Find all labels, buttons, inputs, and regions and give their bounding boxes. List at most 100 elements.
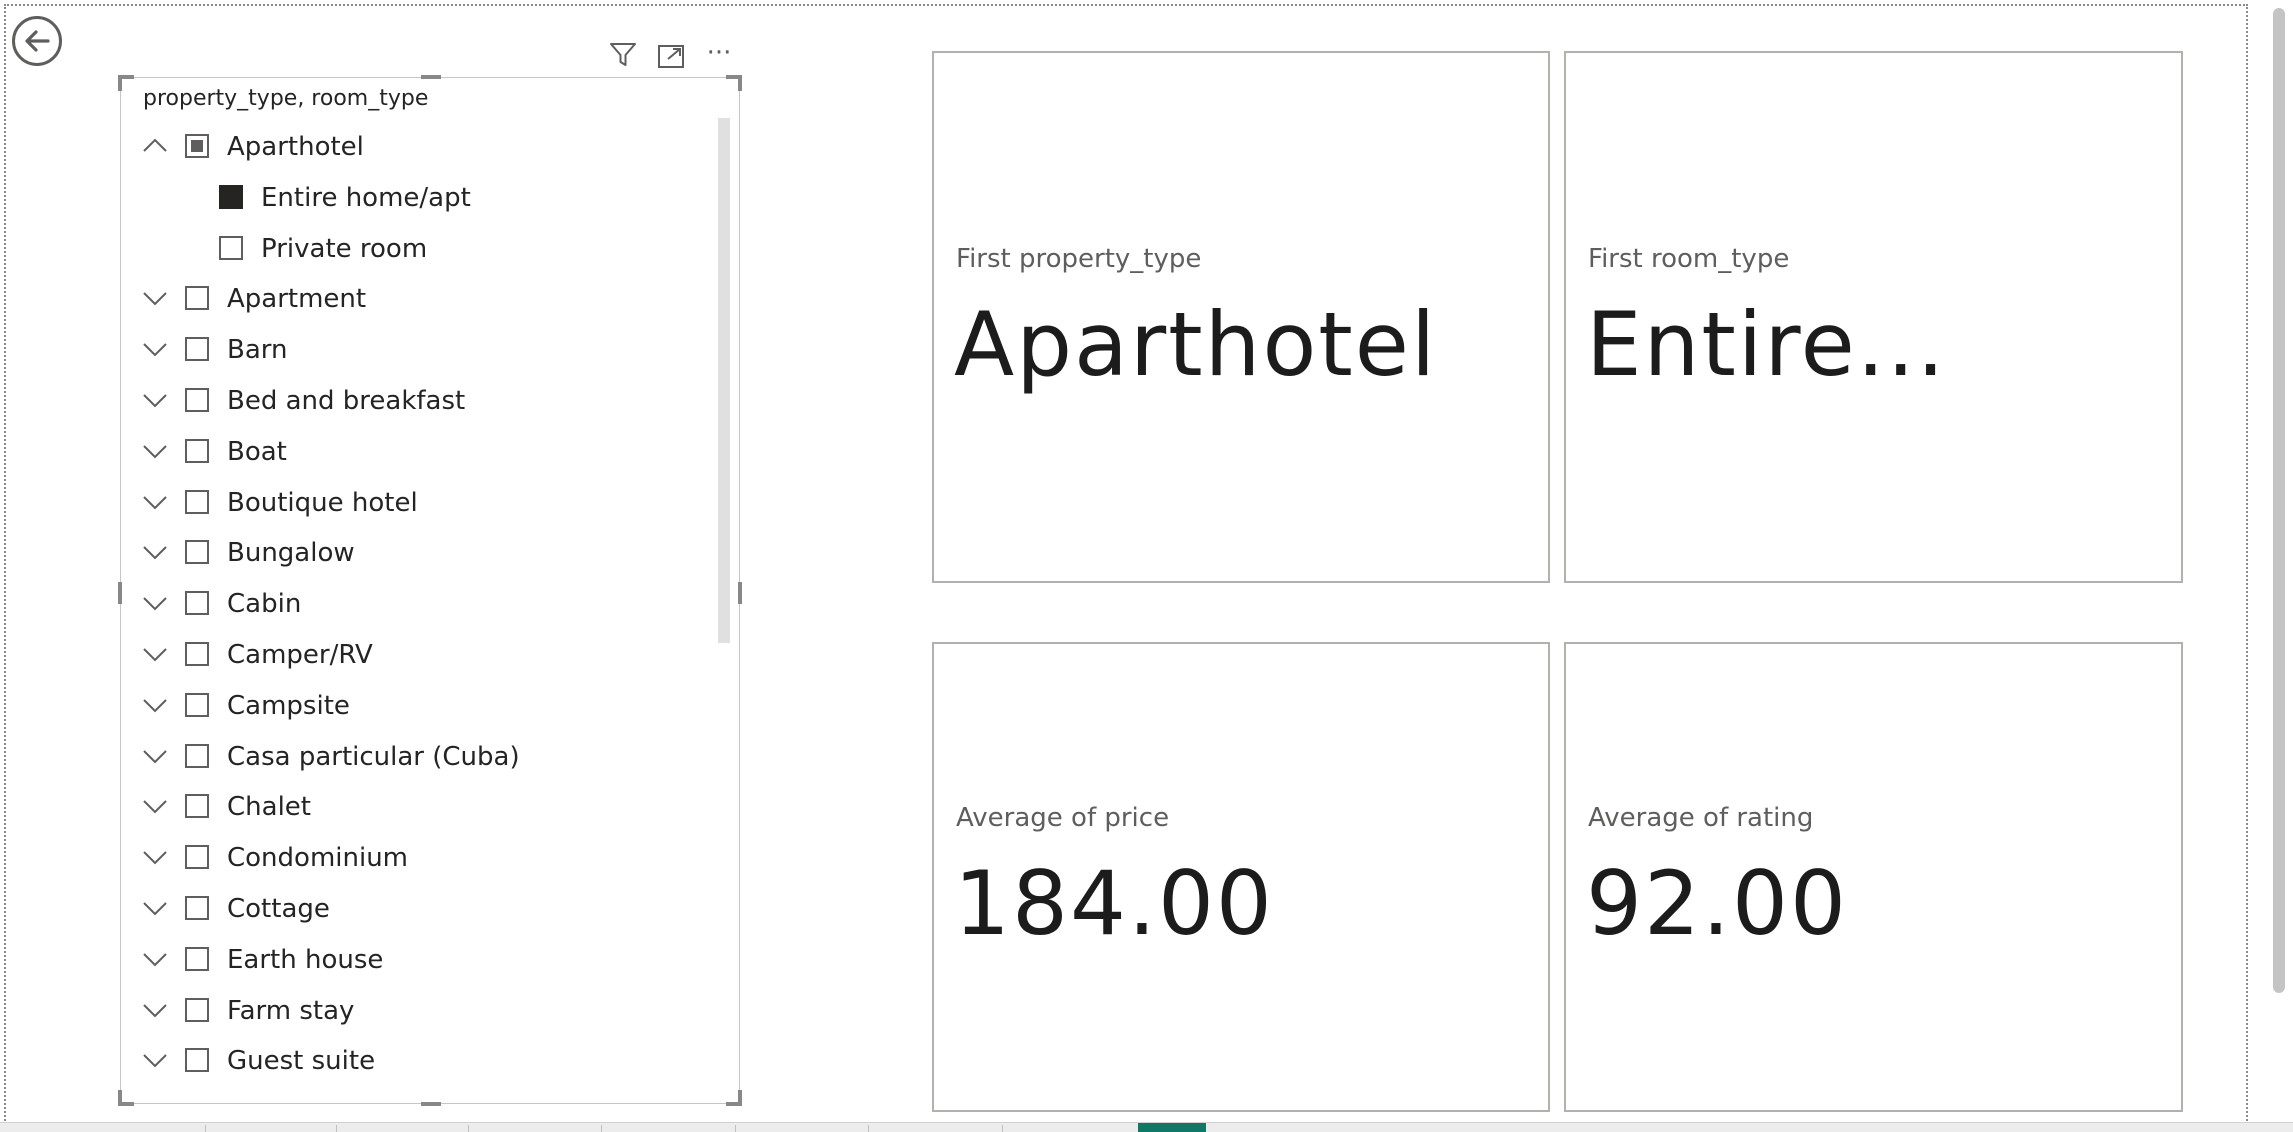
- card-category-label: Average of rating: [1588, 803, 1814, 833]
- slicer-item-label: Boutique hotel: [227, 487, 418, 518]
- slicer-item-group[interactable]: Cabin: [121, 580, 711, 628]
- slicer-checkbox[interactable]: [185, 845, 209, 870]
- slicer-item-label: Cottage: [227, 894, 330, 924]
- slicer-checkbox[interactable]: [185, 642, 209, 666]
- card-average-rating[interactable]: Average of rating 92.00: [1564, 642, 2183, 1112]
- slicer-checkbox[interactable]: [185, 286, 209, 311]
- focus-mode-icon[interactable]: [654, 39, 688, 73]
- slicer-item-group[interactable]: Aparthotel: [121, 123, 711, 171]
- chevron-down-icon[interactable]: [142, 898, 168, 918]
- slicer-checkbox[interactable]: [185, 540, 209, 565]
- chevron-down-icon[interactable]: [142, 339, 168, 359]
- back-button[interactable]: [12, 16, 62, 66]
- slicer-checkbox[interactable]: [185, 896, 209, 920]
- slicer-item-group[interactable]: Casa particular (Cuba): [121, 733, 711, 781]
- slicer-item-group[interactable]: Condominium: [121, 834, 711, 882]
- slicer-item-label: Barn: [227, 335, 288, 366]
- slicer-item-child[interactable]: Entire home/apt: [121, 174, 711, 222]
- card-category-label: First room_type: [1588, 244, 1790, 274]
- chevron-down-icon[interactable]: [142, 644, 168, 664]
- arrow-left-circle-icon: [25, 30, 50, 52]
- slicer-checkbox[interactable]: [185, 388, 209, 412]
- chevron-down-icon[interactable]: [142, 542, 168, 562]
- slicer-item-child[interactable]: Private room: [121, 225, 711, 273]
- slicer-item-label: Farm stay: [227, 995, 355, 1026]
- slicer-checkbox[interactable]: [185, 134, 209, 158]
- slicer-checkbox[interactable]: [185, 591, 209, 616]
- slicer-item-label: Guest suite: [227, 1046, 376, 1077]
- slicer-item-label: Bed and breakfast: [227, 386, 466, 416]
- slicer-item-group[interactable]: Chalet: [121, 783, 711, 831]
- chevron-down-icon[interactable]: [142, 1000, 168, 1020]
- chevron-down-icon[interactable]: [142, 949, 168, 969]
- resize-handle[interactable]: [118, 75, 122, 91]
- chevron-down-icon[interactable]: [142, 441, 168, 461]
- slicer-item-group[interactable]: Barn: [121, 326, 711, 374]
- chevron-down-icon[interactable]: [142, 695, 168, 715]
- resize-handle[interactable]: [738, 75, 742, 91]
- chevron-down-icon[interactable]: [142, 847, 168, 867]
- card-category-label: First property_type: [956, 244, 1202, 274]
- slicer-item-label: Boat: [227, 436, 287, 467]
- hierarchy-slicer[interactable]: property_type, room_type Aparthotel Entir…: [118, 75, 742, 1106]
- slicer-item-group[interactable]: Farm stay: [121, 987, 711, 1035]
- card-category-label: Average of price: [956, 803, 1170, 833]
- slicer-scrollbar[interactable]: [718, 118, 730, 643]
- card-value: Aparthotel: [954, 293, 1438, 396]
- card-value: 184.00: [954, 852, 1274, 955]
- card-first-room-type[interactable]: First room_type Entire...: [1564, 51, 2183, 583]
- slicer-item-group[interactable]: Bungalow: [121, 529, 711, 577]
- slicer-checkbox[interactable]: [185, 743, 209, 768]
- slicer-item-label: Campsite: [227, 690, 350, 721]
- slicer-checkbox[interactable]: [185, 489, 209, 514]
- slicer-item-group[interactable]: Guest suite: [121, 1037, 711, 1085]
- slicer-checkbox[interactable]: [185, 337, 209, 362]
- slicer-item-label: Aparthotel: [227, 132, 364, 162]
- slicer-item-label: Entire home/apt: [261, 182, 471, 213]
- slicer-item-group[interactable]: Campsite: [121, 682, 711, 730]
- card-first-property-type[interactable]: First property_type Aparthotel: [932, 51, 1550, 583]
- more-options-icon[interactable]: ···: [702, 36, 736, 70]
- chevron-down-icon[interactable]: [142, 593, 168, 613]
- chevron-down-icon[interactable]: [142, 288, 168, 308]
- slicer-item-label: Chalet: [227, 792, 311, 823]
- chevron-down-icon[interactable]: [142, 492, 168, 512]
- chevron-down-icon[interactable]: [142, 390, 168, 410]
- slicer-item-label: Casa particular (Cuba): [227, 741, 520, 772]
- slicer-checkbox[interactable]: [219, 184, 243, 209]
- slicer-title: property_type, room_type: [143, 86, 429, 111]
- resize-handle[interactable]: [421, 75, 441, 79]
- slicer-item-group[interactable]: Boat: [121, 428, 711, 476]
- slicer-checkbox[interactable]: [185, 438, 209, 463]
- resize-handle[interactable]: [738, 1090, 742, 1106]
- slicer-item-group[interactable]: Camper/RV: [121, 631, 711, 679]
- slicer-item-group[interactable]: Bed and breakfast: [121, 377, 711, 425]
- filter-icon[interactable]: [606, 38, 640, 72]
- page-scrollbar[interactable]: [2255, 0, 2293, 1131]
- slicer-item-label: Camper/RV: [227, 640, 373, 670]
- chevron-up-icon[interactable]: [142, 136, 168, 156]
- slicer-checkbox[interactable]: [185, 946, 209, 971]
- resize-handle[interactable]: [738, 582, 742, 604]
- slicer-item-group[interactable]: Cottage: [121, 885, 711, 933]
- resize-handle[interactable]: [421, 1102, 441, 1106]
- chevron-down-icon[interactable]: [142, 1050, 168, 1070]
- card-average-price[interactable]: Average of price 184.00: [932, 642, 1550, 1112]
- slicer-item-group[interactable]: Earth house: [121, 936, 711, 984]
- slicer-item-label: Earth house: [227, 944, 384, 975]
- slicer-checkbox[interactable]: [185, 692, 209, 717]
- page-scrollbar-thumb[interactable]: [2273, 8, 2285, 993]
- slicer-checkbox[interactable]: [185, 794, 209, 819]
- slicer-checkbox[interactable]: [185, 1048, 209, 1073]
- chevron-down-icon[interactable]: [142, 746, 168, 766]
- slicer-item-group[interactable]: Boutique hotel: [121, 479, 711, 527]
- slicer-list: Aparthotel Entire home/apt Private room Apa…: [121, 123, 711, 1098]
- slicer-checkbox[interactable]: [185, 997, 209, 1022]
- more-options-label: ···: [706, 38, 732, 68]
- slicer-item-label: Private room: [261, 233, 428, 264]
- slicer-item-label: Condominium: [227, 843, 409, 874]
- chevron-down-icon[interactable]: [142, 796, 168, 816]
- slicer-item-group[interactable]: Apartment: [121, 275, 711, 323]
- slicer-checkbox[interactable]: [219, 235, 243, 260]
- card-value: 92.00: [1586, 852, 1848, 955]
